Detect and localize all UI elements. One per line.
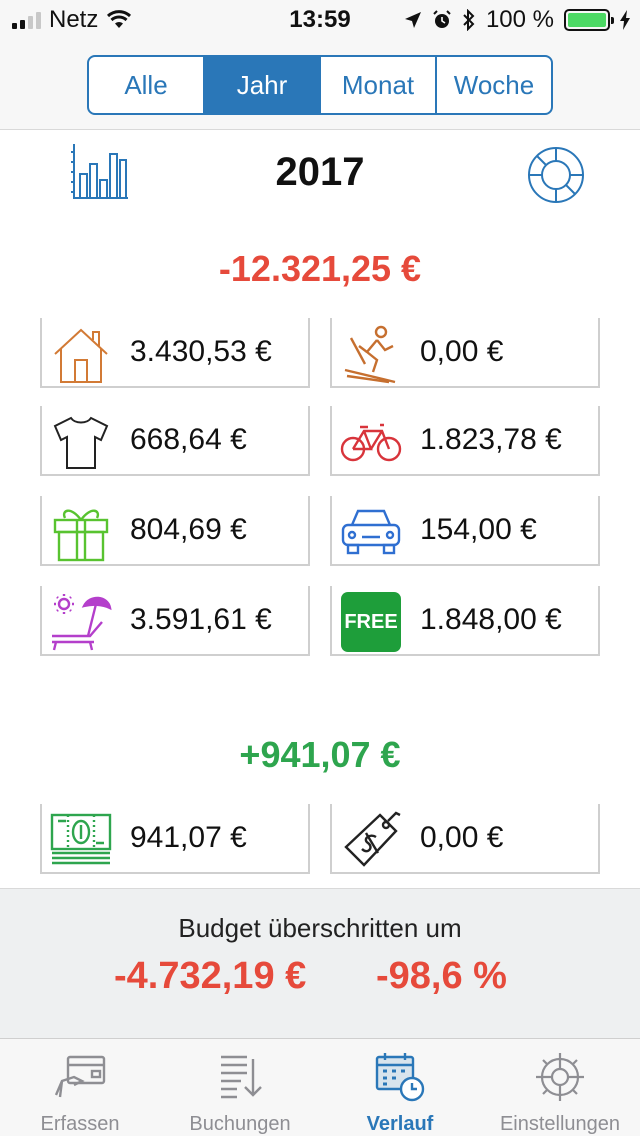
income-total: +941,07 € [239,734,401,775]
segment-alle[interactable]: Alle [89,57,205,113]
category-amount: 941,07 € [130,821,247,854]
bicycle-icon [338,412,404,472]
list-icon [221,1055,262,1099]
category-amount: 1.848,00 € [420,603,562,636]
battery-percent: 100 % [485,6,554,33]
category-tile-salary[interactable]: 941,07 € [40,804,310,874]
category-tile-housing[interactable]: 3.430,53 € [40,318,310,388]
tab-label: Erfassen [40,1113,120,1135]
tshirt-icon [48,412,114,472]
category-amount: 3.591,61 € [130,603,272,636]
tab-label: Einstellungen [499,1113,621,1135]
year-row: 2017 [0,140,640,210]
category-tile-free[interactable]: FREE 1.848,00 € [330,586,600,656]
location-arrow-icon [404,12,421,28]
price-tag-icon [338,810,404,870]
period-header: Alle Jahr Monat Woche [0,40,640,130]
donut-chart-icon[interactable] [525,144,587,211]
house-icon [48,324,114,384]
budget-label: Budget überschritten um [178,913,462,943]
tab-einstellungen[interactable]: Einstellungen [480,1039,640,1136]
bluetooth-icon [463,9,475,31]
segment-monat[interactable]: Monat [321,57,437,113]
category-tile-car[interactable]: 154,00 € [330,496,600,566]
gear-icon [536,1053,584,1101]
charging-icon [620,10,630,30]
tab-label: Buchungen [189,1113,291,1135]
category-tile-bicycle[interactable]: 1.823,78 € [330,406,600,476]
period-segmented-control: Alle Jahr Monat Woche [87,55,553,115]
category-tile-gifts[interactable]: 804,69 € [40,496,310,566]
category-tile-clothing[interactable]: 668,64 € [40,406,310,476]
category-amount: 0,00 € [420,821,504,854]
category-amount: 3.430,53 € [130,335,272,368]
segment-woche[interactable]: Woche [437,57,551,113]
tab-verlauf[interactable]: Verlauf [320,1039,480,1136]
card-hand-icon [54,1055,106,1098]
category-tile-sports[interactable]: 0,00 € [330,318,600,388]
budget-summary: Budget überschritten um -4.732,19 € -98,… [0,888,640,1038]
status-bar: Netz 13:59 100 % [0,0,640,40]
category-tile-sales[interactable]: 0,00 € [330,804,600,874]
tab-erfassen[interactable]: Erfassen [0,1039,160,1136]
category-amount: 0,00 € [420,335,504,368]
expenses-total: -12.321,25 € [218,248,422,289]
tab-bar: Erfassen Buchungen Verlauf Einstellungen [0,1038,640,1136]
segment-jahr[interactable]: Jahr [205,57,321,113]
tab-label: Verlauf [366,1113,434,1135]
category-amount: 154,00 € [420,513,537,546]
gift-icon [48,502,114,562]
category-amount: 804,69 € [130,513,247,546]
category-amount: 1.823,78 € [420,423,562,456]
tab-buchungen[interactable]: Buchungen [160,1039,320,1136]
skier-icon [338,324,404,384]
money-icon [48,810,114,870]
calendar-clock-icon [375,1053,425,1102]
free-icon: FREE [338,592,404,652]
category-amount: 668,64 € [130,423,247,456]
car-icon [338,502,404,562]
battery-icon [564,9,614,31]
budget-overrun-amount: -4.732,19 € [114,955,307,997]
category-tile-vacation[interactable]: 3.591,61 € [40,586,310,656]
beach-chair-icon [48,592,114,652]
budget-overrun-percent: -98,6 % [376,955,507,997]
alarm-icon [433,10,451,28]
